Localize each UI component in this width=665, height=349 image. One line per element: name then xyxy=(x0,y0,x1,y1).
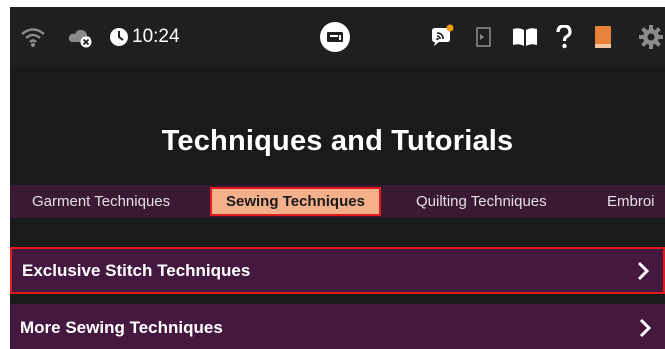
app-screen: 10:24 Techniques and Tutorials Garment T… xyxy=(10,7,665,349)
tab-garment-techniques[interactable]: Garment Techniques xyxy=(32,185,170,218)
tab-quilting-techniques[interactable]: Quilting Techniques xyxy=(416,185,547,218)
cloud-off-icon[interactable] xyxy=(67,7,95,67)
message-icon[interactable] xyxy=(429,7,455,67)
category-tabs: Garment Techniques Sewing Techniques Qui… xyxy=(10,185,665,218)
library-icon[interactable] xyxy=(593,7,613,67)
wifi-icon[interactable] xyxy=(20,7,46,67)
settings-icon[interactable] xyxy=(638,7,664,67)
list-item-label: More Sewing Techniques xyxy=(20,317,223,337)
status-bar: 10:24 xyxy=(10,7,665,67)
list-item-exclusive-stitch-techniques[interactable]: Exclusive Stitch Techniques xyxy=(10,247,665,294)
help-icon[interactable] xyxy=(555,7,573,67)
chevron-right-icon xyxy=(637,261,650,280)
book-icon[interactable] xyxy=(512,7,538,67)
clock-icon xyxy=(109,7,129,67)
page-title: Techniques and Tutorials xyxy=(161,125,514,157)
tab-sewing-techniques[interactable]: Sewing Techniques xyxy=(210,187,381,216)
chevron-right-icon xyxy=(639,318,652,337)
time-display: 10:24 xyxy=(132,26,180,47)
exit-icon[interactable] xyxy=(473,7,495,67)
list-item-more-sewing-techniques[interactable]: More Sewing Techniques xyxy=(10,304,665,349)
list-item-label: Exclusive Stitch Techniques xyxy=(22,260,251,280)
machine-icon[interactable] xyxy=(319,7,351,67)
tab-embroidery-techniques[interactable]: Embroi xyxy=(607,185,655,218)
